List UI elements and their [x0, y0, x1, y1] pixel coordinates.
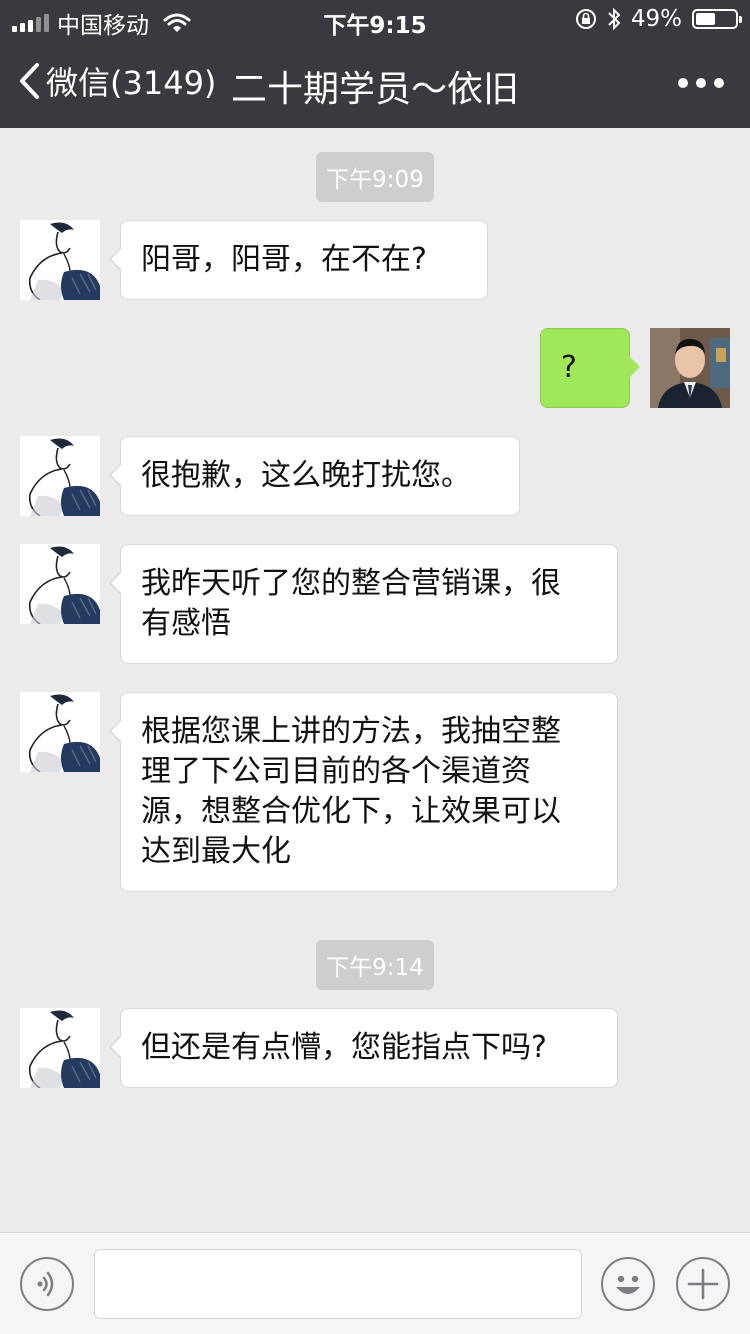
message-line: 达到最大化 — [141, 834, 291, 869]
avatar-image — [20, 436, 100, 516]
timestamp: 下午9:09 — [0, 152, 750, 202]
message-text: 但还是有点懵，您能指点下吗? — [141, 1030, 547, 1065]
chat-title: 二十期学员～依旧 — [230, 69, 519, 110]
status-right: 49% — [575, 6, 742, 32]
avatar-image — [20, 1008, 100, 1088]
battery-icon — [692, 9, 742, 29]
message-line: 我昨天听了您的整合营销课，很 — [141, 566, 561, 601]
avatar[interactable] — [20, 220, 100, 300]
timestamp-label: 下午9:09 — [316, 152, 434, 202]
message-line: 有感悟 — [141, 606, 231, 641]
top-header: 中国移动 下午9:15 49% 微信(3149) 二十期学员～依旧 — [0, 0, 750, 128]
avatar[interactable] — [20, 1008, 100, 1088]
avatar[interactable] — [20, 692, 100, 772]
plus-icon — [687, 1268, 719, 1300]
timestamp-label: 下午9:14 — [316, 940, 434, 990]
message-bubble[interactable]: 我昨天听了您的整合营销课，很 有感悟 — [109, 544, 618, 664]
bluetooth-icon — [608, 7, 621, 31]
input-bar — [0, 1232, 750, 1334]
message-bubble-sent[interactable]: ? — [540, 328, 640, 408]
message-bubble[interactable]: 很抱歉，这么晚打扰您。 — [109, 436, 520, 516]
message-text: 很抱歉，这么晚打扰您。 — [141, 458, 471, 493]
avatar[interactable] — [20, 544, 100, 624]
message-text: 阳哥，阳哥，在不在? — [141, 242, 427, 277]
emoji-button[interactable] — [601, 1257, 655, 1311]
voice-icon — [37, 1271, 54, 1297]
avatar-image — [20, 544, 100, 624]
message-line: 理了下公司目前的各个渠道资 — [141, 754, 531, 789]
avatar-image — [20, 220, 100, 300]
avatar-image — [650, 328, 730, 408]
status-bar: 中国移动 下午9:15 49% — [0, 0, 750, 40]
message-input[interactable] — [94, 1249, 582, 1319]
avatar[interactable] — [20, 436, 100, 516]
timestamp: 下午9:14 — [0, 940, 750, 990]
emoji-icon — [616, 1275, 640, 1294]
message-text: ? — [561, 350, 577, 385]
voice-button[interactable] — [20, 1257, 74, 1311]
avatar-image — [20, 692, 100, 772]
message-bubble[interactable]: 阳哥，阳哥，在不在? — [109, 220, 488, 300]
battery-percent: 49% — [630, 6, 682, 32]
more-dots-icon[interactable] — [678, 78, 724, 88]
add-button[interactable] — [676, 1257, 730, 1311]
message-bubble[interactable]: 根据您课上讲的方法，我抽空整 理了下公司目前的各个渠道资 源，想整合优化下，让效… — [109, 692, 618, 892]
nav-bar: 微信(3149) 二十期学员～依旧 — [0, 40, 750, 128]
message-bubble[interactable]: 但还是有点懵，您能指点下吗? — [109, 1008, 618, 1088]
my-avatar[interactable] — [650, 328, 730, 408]
message-list[interactable]: 下午9:09 阳哥，阳哥，在不在? ? 很抱歉，这么晚打扰您。 我昨天听了您的整… — [0, 128, 750, 1232]
message-line: 根据您课上讲的方法，我抽空整 — [141, 714, 561, 749]
message-line: 源，想整合优化下，让效果可以 — [141, 794, 561, 829]
orientation-lock-icon — [575, 9, 596, 29]
